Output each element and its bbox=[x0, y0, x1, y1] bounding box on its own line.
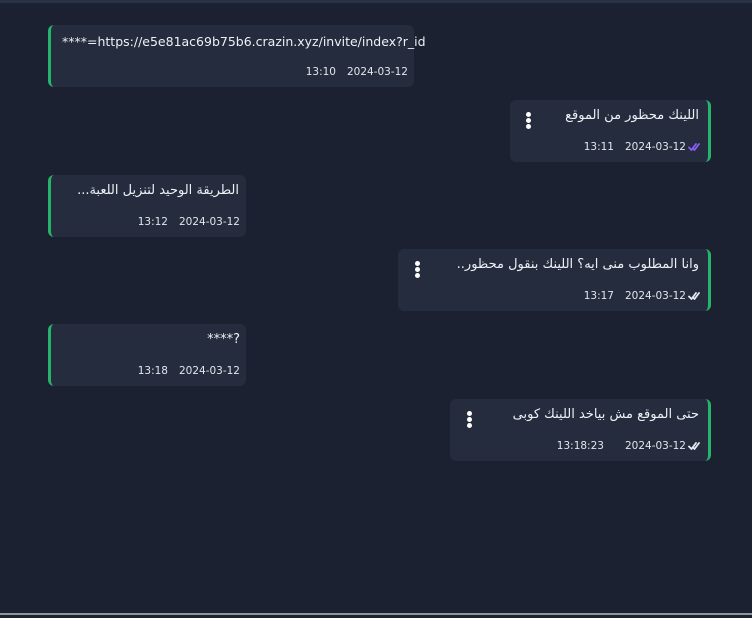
message-menu-icon[interactable] bbox=[526, 112, 532, 129]
double-check-icon bbox=[688, 442, 700, 450]
message-bubble-incoming: ****? 13:18 2024-03-12 bbox=[48, 324, 246, 386]
message-bubble-incoming: ****=https://e5e81ac69b75b6.crazin.xyz/i… bbox=[48, 25, 426, 87]
message-text: ****=https://e5e81ac69b75b6.crazin.xyz/i… bbox=[62, 34, 426, 49]
message-text: وانا المطلوب منى ايه؟ اللينك بنقول محظور… bbox=[456, 257, 699, 272]
message-text: اللينك محظور من الموقع bbox=[565, 108, 699, 123]
double-check-icon bbox=[688, 143, 700, 151]
message-time: 13:18 bbox=[137, 365, 168, 377]
message-text: الطريقة الوحيد لتنزيل اللعبة... bbox=[77, 183, 239, 198]
message-time: 13:11 bbox=[583, 141, 614, 153]
message-menu-icon[interactable] bbox=[415, 261, 421, 278]
message-time: 13:18:23 bbox=[556, 440, 604, 452]
chat-thread: ****=https://e5e81ac69b75b6.crazin.xyz/i… bbox=[0, 0, 752, 610]
message-bubble-incoming: الطريقة الوحيد لتنزيل اللعبة... 13:12 20… bbox=[48, 175, 246, 237]
message-meta: 13:11 2024-03-12 bbox=[584, 141, 700, 153]
message-bubble-outgoing: اللينك محظور من الموقع 13:11 2024-03-12 bbox=[510, 100, 711, 162]
message-date: 2024-03-12 bbox=[178, 365, 240, 377]
message-date: 2024-03-12 bbox=[624, 440, 686, 452]
message-date: 2024-03-12 bbox=[346, 66, 408, 78]
message-text: ****? bbox=[207, 332, 240, 347]
message-time: 13:17 bbox=[583, 290, 614, 302]
message-bubble-outgoing: وانا المطلوب منى ايه؟ اللينك بنقول محظور… bbox=[398, 249, 711, 311]
message-meta: 13:18 2024-03-12 bbox=[138, 365, 240, 377]
message-date: 2024-03-12 bbox=[624, 141, 686, 153]
message-bubble-outgoing: حتى الموقع مش بياخد اللينك كوبى 13:18:23… bbox=[450, 399, 711, 461]
message-meta: 13:17 2024-03-12 bbox=[584, 290, 700, 302]
message-meta: 13:18:23 2024-03-12 bbox=[557, 440, 700, 452]
message-text: حتى الموقع مش بياخد اللينك كوبى bbox=[512, 407, 699, 422]
double-check-icon bbox=[688, 292, 700, 300]
message-menu-icon[interactable] bbox=[467, 411, 473, 428]
bottom-divider bbox=[0, 613, 752, 615]
message-time: 13:10 bbox=[305, 66, 336, 78]
message-meta: 13:10 2024-03-12 bbox=[306, 66, 408, 78]
message-date: 2024-03-12 bbox=[624, 290, 686, 302]
message-date: 2024-03-12 bbox=[178, 216, 240, 228]
message-time: 13:12 bbox=[137, 216, 168, 228]
message-meta: 13:12 2024-03-12 bbox=[138, 216, 240, 228]
